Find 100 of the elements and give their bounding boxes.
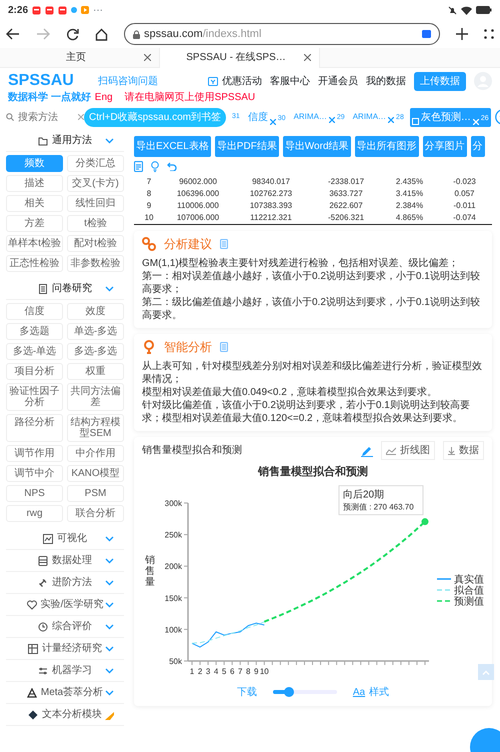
- method-item[interactable]: 验证性因子分析: [6, 383, 63, 411]
- method-item[interactable]: 相关: [6, 195, 63, 212]
- menu-icon[interactable]: [484, 29, 494, 39]
- method-item[interactable]: t检验: [67, 215, 124, 232]
- method-item[interactable]: 路径分析: [6, 414, 63, 442]
- close-icon[interactable]: [270, 118, 276, 124]
- method-item[interactable]: 线性回归: [67, 195, 124, 212]
- home-icon[interactable]: [95, 28, 108, 40]
- chevron-icon[interactable]: [105, 558, 114, 564]
- bulb-icon: [142, 340, 156, 354]
- chevron-icon[interactable]: [105, 602, 114, 608]
- data-point[interactable]: [421, 518, 428, 525]
- table-icon: [28, 644, 38, 654]
- table-cell-text: 98340.017: [251, 176, 291, 188]
- method-item[interactable]: 非参数检验: [67, 255, 124, 272]
- method-item[interactable]: 方差: [6, 215, 63, 232]
- method-item[interactable]: 多选-单选: [6, 343, 63, 360]
- method-item[interactable]: PSM: [67, 485, 124, 502]
- copy-icon[interactable]: [220, 239, 228, 249]
- chevron-icon[interactable]: [105, 668, 114, 674]
- chevron-icon[interactable]: [105, 690, 114, 696]
- chevron-icon[interactable]: [105, 646, 114, 652]
- nav-link[interactable]: 优惠活动: [208, 74, 262, 88]
- method-item[interactable]: 项目分析: [6, 363, 63, 380]
- screen-icon[interactable]: [422, 30, 431, 38]
- section-title[interactable]: 计量经济研究: [42, 641, 102, 656]
- slider-thumb[interactable]: [284, 687, 294, 697]
- method-item[interactable]: 联合分析: [67, 505, 124, 522]
- section-title[interactable]: 综合评价: [52, 619, 92, 634]
- tooltip-value: 预测值 : 270 463.70: [342, 502, 414, 512]
- section-title[interactable]: Meta荟萃分析: [40, 685, 104, 700]
- close-icon[interactable]: [328, 117, 335, 123]
- nav-link[interactable]: 我的数据: [366, 74, 406, 88]
- pen-icon[interactable]: [361, 444, 373, 456]
- method-item[interactable]: 单样本t检验: [6, 235, 63, 252]
- forward-arrow-icon[interactable]: [36, 28, 50, 40]
- legend-label[interactable]: 拟合值: [454, 585, 484, 596]
- close-icon[interactable]: [144, 54, 151, 61]
- heart-icon: [26, 600, 37, 610]
- method-item[interactable]: rwg: [6, 505, 63, 522]
- method-item[interactable]: 交叉(卡方): [67, 175, 124, 192]
- y-tick-label: 300k: [164, 498, 182, 508]
- method-item[interactable]: 正态性检验: [6, 255, 63, 272]
- section-title[interactable]: 进阶方法: [52, 575, 92, 590]
- method-item[interactable]: 共同方法偏差: [67, 383, 124, 411]
- close-icon[interactable]: [304, 54, 311, 61]
- database-icon: [38, 556, 48, 566]
- close-icon[interactable]: [388, 117, 394, 123]
- section-title[interactable]: 文本分析模块: [42, 707, 102, 722]
- section-title[interactable]: 问卷研究: [52, 281, 92, 296]
- table-cell-text: 102762.273: [248, 188, 294, 200]
- legend-label[interactable]: 真实值: [454, 574, 484, 585]
- x-tick-label: 6: [230, 666, 234, 676]
- nav-link[interactable]: 客服中心: [270, 74, 310, 88]
- legend-label[interactable]: 预测值: [454, 596, 484, 607]
- copy-icon[interactable]: [220, 342, 228, 352]
- section-title[interactable]: 实验/医学研究: [40, 597, 104, 612]
- method-item[interactable]: 单选-多选: [67, 323, 124, 340]
- report-icon[interactable]: [134, 161, 143, 172]
- method-item[interactable]: 权重: [67, 363, 124, 380]
- plus-icon[interactable]: [456, 28, 468, 40]
- method-item[interactable]: 分类汇总: [67, 155, 124, 172]
- nav-link[interactable]: 开通会员: [318, 74, 358, 88]
- section-title[interactable]: 可视化: [57, 531, 87, 546]
- method-item[interactable]: 配对t检验: [67, 235, 124, 252]
- back-arrow-icon[interactable]: [6, 28, 20, 40]
- language-link[interactable]: Eng: [94, 90, 113, 104]
- chevron-icon[interactable]: [105, 580, 114, 586]
- table-cell-text: 3.415%: [394, 188, 424, 200]
- table-cell-text: 2622.607: [328, 200, 364, 212]
- chevron-icon[interactable]: [105, 624, 114, 630]
- table-cell-text: 10: [144, 212, 154, 224]
- clear-icon[interactable]: [78, 114, 84, 120]
- method-item[interactable]: 调节中介: [6, 465, 63, 482]
- y-tick-label: 100k: [164, 624, 182, 634]
- method-item[interactable]: 调节作用: [6, 445, 63, 462]
- app-icon: [32, 6, 42, 14]
- reload-icon[interactable]: [66, 28, 79, 40]
- method-item[interactable]: 信度: [6, 303, 63, 320]
- section-title[interactable]: 数据处理: [52, 553, 92, 568]
- method-item[interactable]: KANO模型: [67, 465, 124, 482]
- method-item[interactable]: 描述: [6, 175, 63, 192]
- lightbulb-icon[interactable]: [151, 161, 159, 172]
- undo-icon[interactable]: [167, 162, 177, 171]
- method-item[interactable]: 多选-多选: [67, 343, 124, 360]
- method-item[interactable]: 效度: [67, 303, 124, 320]
- section-title[interactable]: 机器学习: [52, 663, 92, 678]
- download-icon: [448, 446, 455, 454]
- method-item[interactable]: 中介作用: [67, 445, 124, 462]
- method-item[interactable]: 多选题: [6, 323, 63, 340]
- address-bar[interactable]: spssau.com/indexs.html: [124, 23, 440, 45]
- section-title[interactable]: 通用方法: [52, 133, 92, 148]
- method-item[interactable]: 结构方程模型SEM: [67, 414, 124, 442]
- chart-option-button[interactable]: 折线图: [381, 441, 435, 460]
- browser-tab[interactable]: SPSSAU - 在线SPS…: [160, 48, 320, 68]
- chevron-icon[interactable]: [105, 138, 114, 144]
- chevron-icon[interactable]: [105, 286, 114, 292]
- chart-option-button[interactable]: 数据: [443, 441, 484, 460]
- chevron-icon[interactable]: [105, 536, 114, 542]
- method-item[interactable]: NPS: [6, 485, 63, 502]
